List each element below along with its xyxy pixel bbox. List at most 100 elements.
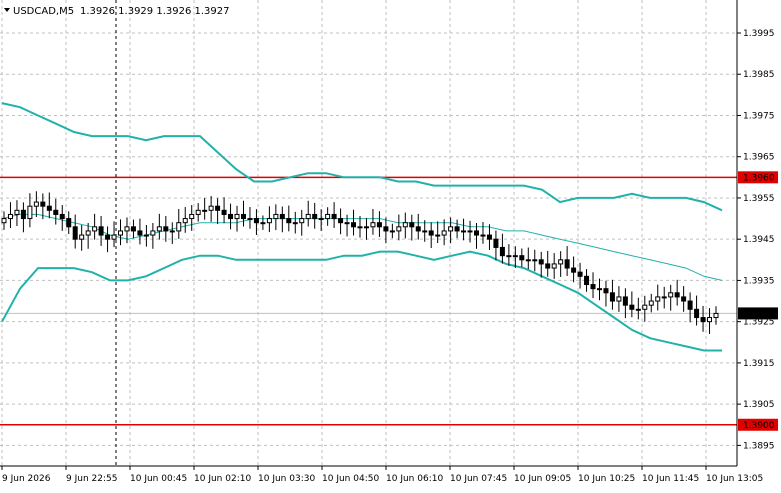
candle-body-up [435, 234, 441, 237]
candle-body-up [292, 222, 298, 225]
candle-body-down [228, 213, 234, 220]
time-tick-label: 10 Jun 02:10 [194, 474, 251, 484]
candle-body-down [538, 259, 544, 265]
candle-body-up [124, 226, 130, 232]
candle-body-up [441, 230, 447, 236]
candle-body-up [661, 296, 667, 299]
candle-body-up [195, 209, 201, 215]
candle-body-down [454, 226, 460, 232]
candle-body-up [156, 226, 162, 232]
candle-body-up [596, 288, 602, 291]
symbol-label: USDCAD,M5 [13, 6, 74, 17]
candle-body-up [707, 317, 713, 323]
time-tick-label: 10 Jun 04:50 [322, 474, 379, 484]
candle-body-down [700, 317, 706, 323]
candle-body-down [20, 209, 26, 220]
candle-body-up [532, 259, 538, 262]
candle-body-up [234, 213, 240, 220]
candlestick-chart[interactable]: 1.3995 1.3985 1.3975 1.3965 1.3955 1.3945 1.39… [0, 0, 781, 489]
candle-body-up [247, 218, 253, 221]
candle-body-down [46, 205, 52, 211]
candle-body-down [331, 213, 337, 220]
level-price-tag-label: 1.3960 [743, 173, 775, 183]
candle-body-up [616, 296, 622, 302]
candle-body-up [202, 209, 208, 212]
candle-body-up [182, 218, 188, 224]
candle-body-down [486, 234, 492, 240]
candle-body-up [150, 230, 156, 236]
candle-body-up [260, 222, 266, 225]
candle-body-down [622, 296, 628, 306]
candle-body-up [266, 218, 272, 224]
candle-body-up [648, 300, 654, 306]
time-tick-label: 10 Jun 00:45 [130, 474, 187, 484]
candle-body-up [92, 226, 98, 232]
candle-body-down [415, 226, 421, 232]
candle-body-down [53, 209, 59, 215]
candle-body-down [545, 263, 551, 269]
candle-body-down [98, 226, 104, 236]
candle-body-down [694, 308, 700, 319]
candle-body-down [312, 213, 318, 220]
candle-body-down [72, 226, 78, 240]
candle-body-down [40, 201, 46, 207]
candle-body-down [629, 304, 635, 310]
price-tick-label: 1.3975 [743, 111, 775, 121]
time-tick-label: 10 Jun 09:05 [514, 474, 571, 484]
chart-header: USDCAD,M5 1.3926 1.3929 1.3926 1.3927 [4, 6, 230, 17]
candle-body-up [422, 230, 428, 233]
candle-body-down [584, 275, 590, 286]
time-tick-label: 9 Jun 22:55 [66, 474, 117, 484]
candle-body-up [506, 255, 512, 258]
candle-body-down [681, 296, 687, 302]
candle-body-down [240, 213, 246, 220]
chart-area[interactable]: 1.3995 1.3985 1.3975 1.3965 1.3955 1.3945 1.39… [0, 0, 781, 489]
candle-body-up [1, 218, 7, 224]
candle-body-up [642, 304, 648, 310]
candle-body-up [402, 222, 408, 228]
candle-body-down [499, 246, 505, 257]
candle-body-up [143, 234, 149, 237]
candle-body-down [590, 284, 596, 290]
plot-background [0, 0, 781, 489]
candle-body-up [370, 222, 376, 228]
candle-body-down [221, 209, 227, 215]
candle-body-down [279, 213, 285, 220]
candle-body-up [655, 296, 661, 302]
candle-body-up [85, 230, 91, 236]
candle-body-up [635, 308, 641, 311]
candle-body-down [687, 300, 693, 310]
candle-body-down [577, 271, 583, 277]
time-tick-label: 10 Jun 03:30 [258, 474, 315, 484]
candle-body-up [169, 230, 175, 233]
candle-body-up [27, 205, 33, 220]
price-tick-label: 1.3965 [743, 153, 775, 163]
ohlc-label: 1.3926 1.3929 1.3926 1.3927 [80, 6, 230, 17]
candle-body-down [215, 205, 221, 211]
candle-body-down [409, 222, 415, 228]
candle-body-down [564, 259, 570, 269]
price-tick-label: 1.3935 [743, 276, 775, 286]
price-tick-label: 1.3985 [743, 70, 775, 80]
candle-body-down [428, 230, 434, 236]
candle-body-down [609, 292, 615, 302]
candle-body-up [176, 222, 182, 232]
candle-body-down [163, 226, 169, 232]
level-price-tag-label: 1.3900 [743, 421, 775, 431]
candle-body-up [33, 201, 39, 207]
candle-body-down [59, 213, 65, 220]
time-tick-label: 9 Jun 2026 [2, 474, 51, 484]
candle-body-up [305, 213, 311, 220]
candle-body-down [493, 238, 499, 248]
candle-body-up [461, 230, 467, 233]
candle-body-up [111, 234, 117, 240]
candle-body-down [474, 230, 480, 236]
candle-body-up [299, 218, 305, 224]
candle-body-up [389, 230, 395, 233]
time-tick-label: 10 Jun 06:10 [386, 474, 443, 484]
candle-body-up [467, 230, 473, 233]
candle-body-up [14, 209, 20, 215]
price-tick-label: 1.3955 [743, 194, 775, 204]
candle-body-up [396, 226, 402, 232]
candle-body-down [105, 234, 111, 240]
